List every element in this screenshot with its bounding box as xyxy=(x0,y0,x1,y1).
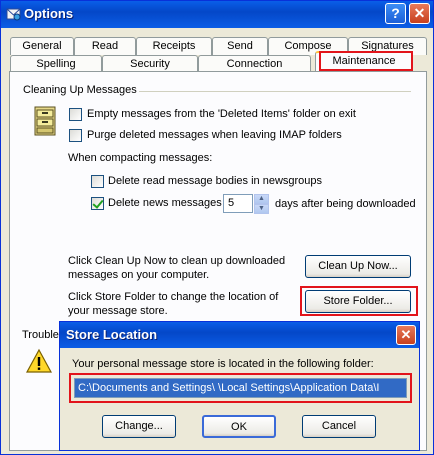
delete-read-bodies-label: Delete read message bodies in newsgroups xyxy=(108,175,323,187)
clean-up-now-button[interactable]: Clean Up Now... xyxy=(305,255,411,278)
options-app-icon xyxy=(6,8,21,21)
clean-up-description: Click Clean Up Now to clean up downloade… xyxy=(68,255,286,281)
dialog-message: Your personal message store is located i… xyxy=(72,358,374,370)
help-button[interactable]: ? xyxy=(385,3,406,24)
tab-send[interactable]: Send xyxy=(212,37,268,55)
group-divider xyxy=(139,91,411,92)
troubleshooting-label: Trouble xyxy=(22,329,59,341)
compacting-label: When compacting messages: xyxy=(68,152,213,164)
title-bar[interactable]: Options ? ✕ xyxy=(1,1,433,28)
file-cabinet-icon xyxy=(34,106,56,136)
purge-imap-label: Purge deleted messages when leaving IMAP… xyxy=(87,129,342,141)
delete-read-bodies-checkbox[interactable] xyxy=(91,175,104,188)
delete-news-checkbox[interactable] xyxy=(91,197,104,210)
store-location-dialog: Store Location ✕ Your personal message s… xyxy=(59,321,420,451)
store-folder-button[interactable]: Store Folder... xyxy=(305,290,411,313)
ok-button[interactable]: OK xyxy=(202,415,276,438)
days-input[interactable]: 5 xyxy=(223,194,253,213)
spin-down-icon[interactable]: ▼ xyxy=(254,204,269,214)
cleanup-group-label: Cleaning Up Messages xyxy=(23,84,141,96)
tab-maintenance[interactable]: Maintenance xyxy=(315,51,413,72)
days-suffix-label: days after being downloaded xyxy=(275,198,416,210)
window-title: Options xyxy=(24,6,74,21)
spin-up-icon[interactable]: ▲ xyxy=(254,194,269,204)
tab-general[interactable]: General xyxy=(10,37,74,55)
dialog-close-button[interactable]: ✕ xyxy=(396,325,416,345)
close-button[interactable]: ✕ xyxy=(409,3,430,24)
tab-read[interactable]: Read xyxy=(74,37,136,55)
store-path-field[interactable]: C:\Documents and Settings\ \Local Settin… xyxy=(74,378,407,398)
change-button[interactable]: Change... xyxy=(102,415,176,438)
tab-receipts[interactable]: Receipts xyxy=(136,37,212,55)
dialog-title: Store Location xyxy=(66,327,158,342)
options-window: Options ? ✕ General Read Receipts Send C… xyxy=(0,0,434,455)
empty-deleted-label: Empty messages from the 'Deleted Items' … xyxy=(87,108,356,120)
dialog-title-bar[interactable]: Store Location ✕ xyxy=(60,322,419,348)
purge-imap-checkbox[interactable] xyxy=(69,129,82,142)
delete-news-label: Delete news messages xyxy=(108,197,222,209)
empty-deleted-checkbox[interactable] xyxy=(69,108,82,121)
warning-icon xyxy=(25,348,53,373)
store-folder-description: Click Store Folder to change the locatio… xyxy=(68,291,279,317)
cancel-button[interactable]: Cancel xyxy=(302,415,376,438)
